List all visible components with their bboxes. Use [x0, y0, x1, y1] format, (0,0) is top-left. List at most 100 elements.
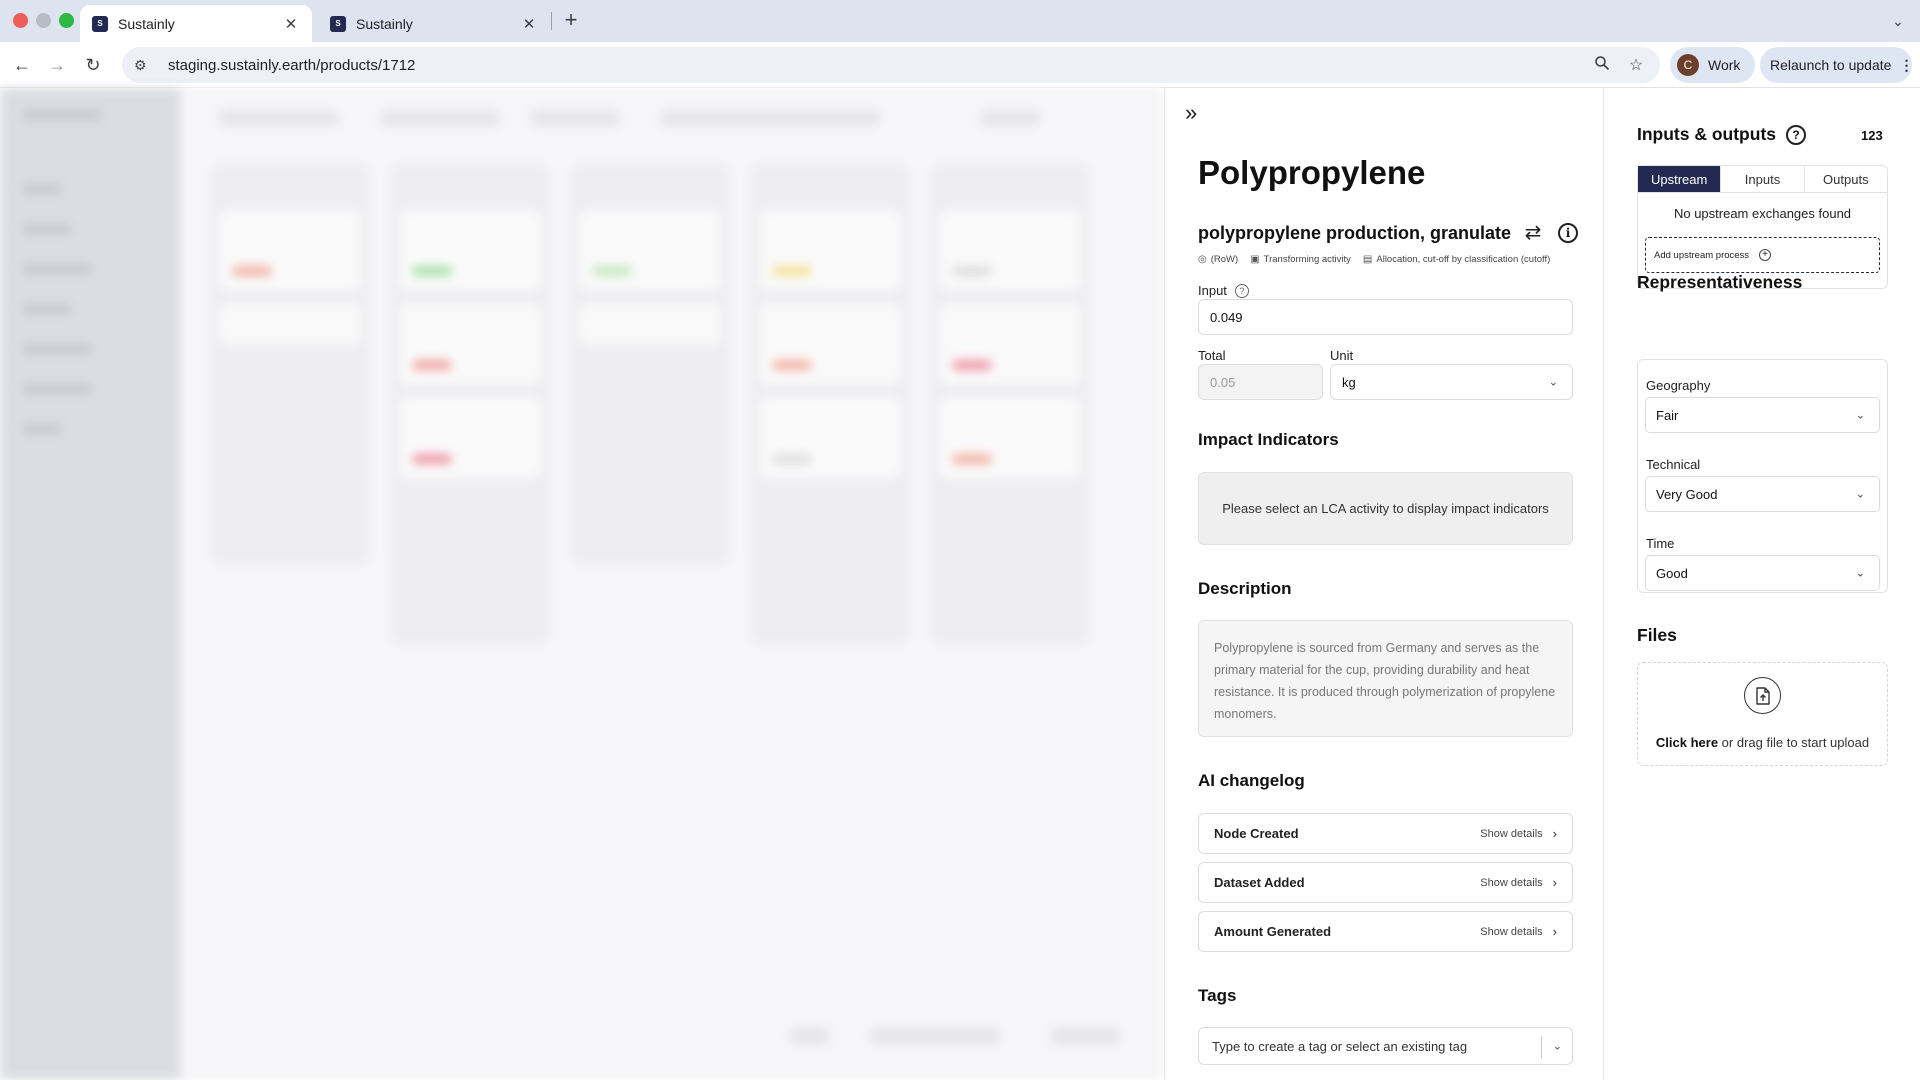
background-sidebar: [0, 88, 180, 1080]
help-icon[interactable]: ?: [1786, 124, 1807, 145]
unit-select[interactable]: kg ⌄: [1330, 364, 1573, 400]
bg-nav-item: [22, 264, 92, 274]
bg-pagination: [790, 1028, 830, 1044]
bg-card: [580, 304, 720, 344]
bg-logo: [22, 110, 102, 120]
more-vert-icon[interactable]: ⋮: [1899, 57, 1913, 74]
back-arrow-icon[interactable]: ←: [8, 51, 36, 79]
meta-activity-type: Transforming activity: [1263, 254, 1351, 265]
close-tab-icon[interactable]: ✕: [520, 15, 538, 33]
input-label-text: Input: [1198, 283, 1227, 298]
help-icon[interactable]: ?: [1234, 283, 1249, 298]
show-details-button[interactable]: Show details: [1480, 877, 1542, 889]
representativeness-title: Representativeness: [1637, 272, 1803, 292]
tags-placeholder: Type to create a tag or select an existi…: [1212, 1038, 1468, 1054]
add-upstream-label: Add upstream process: [1654, 249, 1750, 261]
technical-select[interactable]: Very Good ⌄: [1645, 476, 1880, 512]
meta-geography: (RoW): [1210, 254, 1239, 265]
tab-search-chevron-icon[interactable]: ⌄: [1886, 9, 1910, 33]
chevron-right-icon: ›: [1552, 826, 1557, 841]
tags-input[interactable]: Type to create a tag or select an existi…: [1198, 1027, 1573, 1065]
chevron-right-icon: ›: [1552, 924, 1557, 939]
bg-column: [570, 164, 730, 564]
technical-value: Very Good: [1656, 486, 1718, 502]
bg-chip: [380, 110, 500, 126]
show-details-button[interactable]: Show details: [1480, 926, 1542, 938]
bg-nav-item: [22, 424, 62, 434]
bg-pill: [772, 266, 812, 276]
io-tabs: Upstream Inputs Outputs: [1638, 166, 1887, 193]
chevron-down-icon: ⌄: [1855, 409, 1865, 422]
tab-inputs[interactable]: Inputs: [1721, 166, 1805, 192]
files-title: Files: [1637, 625, 1677, 645]
bg-chip: [980, 110, 1040, 126]
reload-icon[interactable]: ↻: [79, 51, 107, 79]
bg-pagination: [1050, 1028, 1120, 1044]
time-value: Good: [1656, 565, 1688, 581]
activity-name: polypropylene production, granulate: [1198, 222, 1512, 243]
input-amount-field[interactable]: 0.049: [1198, 299, 1573, 335]
upstream-empty-text: No upstream exchanges found: [1673, 206, 1852, 221]
relaunch-label: Relaunch to update: [1770, 57, 1892, 73]
minimize-window-button[interactable]: [36, 13, 51, 28]
relaunch-button[interactable]: Relaunch to update ⋮: [1760, 47, 1913, 83]
site-settings-icon[interactable]: ⚙: [134, 57, 152, 74]
bg-card: [940, 210, 1080, 290]
collapse-panel-chevrons-icon[interactable]: »: [1185, 102, 1211, 128]
description-text[interactable]: Polypropylene is sourced from Germany an…: [1198, 620, 1573, 737]
bg-card: [940, 304, 1080, 384]
bg-pill: [592, 266, 632, 276]
time-select[interactable]: Good ⌄: [1645, 555, 1880, 591]
bg-card: [580, 210, 720, 290]
file-upload-dropzone[interactable]: Click here or drag file to start upload: [1637, 662, 1888, 766]
browser-toolbar: ← → ↻ ⚙ staging.sustainly.earth/products…: [0, 42, 1920, 88]
bg-card: [400, 304, 540, 384]
bg-pill: [952, 360, 992, 370]
close-window-button[interactable]: [13, 13, 28, 28]
bg-chip: [530, 110, 620, 126]
total-value: 0.05: [1210, 374, 1236, 390]
bg-card: [760, 398, 900, 478]
bg-card: [760, 304, 900, 384]
geography-select[interactable]: Fair ⌄: [1645, 397, 1880, 433]
forward-arrow-icon[interactable]: →: [43, 51, 71, 79]
activity-row: polypropylene production, granulate ⇄ i: [1198, 220, 1578, 246]
browser-tab-active[interactable]: S Sustainly ✕: [80, 5, 312, 42]
tab-title: Sustainly: [356, 15, 413, 32]
geography-label: Geography: [1646, 378, 1711, 393]
upload-instructions: Click here or drag file to start upload: [1638, 735, 1887, 750]
right-column: Inputs & outputs ? 123 Upstream Inputs O…: [1604, 88, 1920, 1080]
browser-tab[interactable]: S Sustainly ✕: [318, 5, 550, 42]
url-text[interactable]: staging.sustainly.earth/products/1712: [168, 57, 1580, 74]
new-tab-button[interactable]: +: [558, 8, 584, 34]
changelog-item[interactable]: Dataset Added Show details ›: [1198, 862, 1573, 903]
swap-activity-icon[interactable]: ⇄: [1520, 220, 1546, 246]
add-upstream-process-button[interactable]: Add upstream process +: [1645, 237, 1880, 273]
meta-allocation: Allocation, cut-off by classification (c…: [1376, 254, 1551, 265]
bg-column: [390, 164, 550, 644]
tab-separator: [551, 12, 552, 30]
show-details-button[interactable]: Show details: [1480, 828, 1542, 840]
changelog-item[interactable]: Amount Generated Show details ›: [1198, 911, 1573, 952]
click-here-link[interactable]: Click here: [1656, 735, 1718, 750]
bg-card: [760, 210, 900, 290]
file-upload-icon[interactable]: [1744, 677, 1781, 714]
bg-card: [400, 398, 540, 478]
changelog-item-title: Amount Generated: [1214, 924, 1332, 939]
maximize-window-button[interactable]: [59, 13, 74, 28]
geography-value: Fair: [1656, 407, 1679, 423]
close-tab-icon[interactable]: ✕: [282, 15, 300, 33]
activity-type-icon: ▣: [1250, 254, 1260, 265]
chevron-down-icon[interactable]: ⌄: [1553, 1040, 1562, 1053]
zoom-icon[interactable]: [1590, 55, 1614, 76]
address-bar[interactable]: ⚙ staging.sustainly.earth/products/1712 …: [122, 47, 1660, 83]
changelog-item-title: Node Created: [1214, 826, 1299, 841]
info-icon[interactable]: i: [1558, 223, 1578, 243]
activity-meta: ◎ (RoW) ▣ Transforming activity ▤ Alloca…: [1198, 254, 1562, 265]
profile-button[interactable]: C Work: [1670, 47, 1755, 83]
bg-pagination: [870, 1028, 1000, 1044]
bookmark-star-icon[interactable]: ☆: [1624, 55, 1648, 75]
tab-outputs[interactable]: Outputs: [1805, 166, 1887, 192]
tab-upstream[interactable]: Upstream: [1638, 166, 1722, 192]
changelog-item[interactable]: Node Created Show details ›: [1198, 813, 1573, 854]
